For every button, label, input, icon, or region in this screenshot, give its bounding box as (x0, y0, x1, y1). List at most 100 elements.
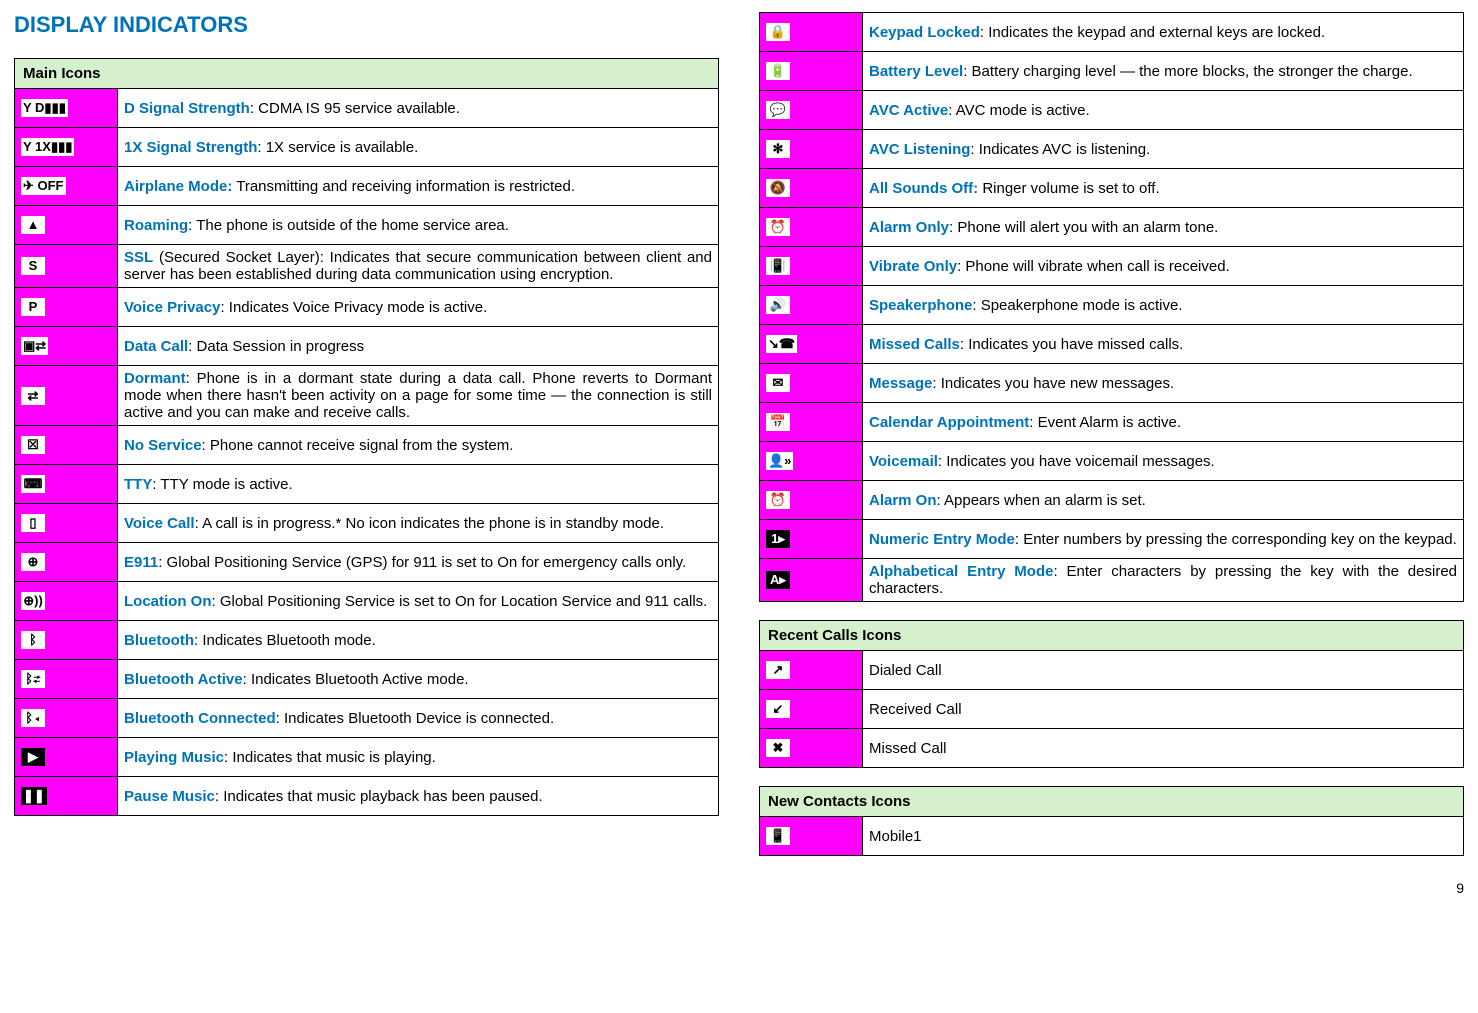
description-cell: Alphabetical Entry Mode: Enter character… (863, 559, 1464, 602)
indicator-icon: 🔕 (766, 179, 790, 197)
icon-cell: 📱 (760, 817, 863, 856)
term-label: Calendar Appointment (869, 414, 1029, 431)
icon-cell: ᛒ⇄ (15, 660, 118, 699)
description-cell: AVC Active: AVC mode is active. (863, 91, 1464, 130)
icon-cell: ☒ (15, 426, 118, 465)
indicator-icon: ☒ (21, 436, 45, 454)
term-label: Missed Calls (869, 336, 960, 353)
indicator-icon: ▣⇄ (21, 337, 48, 355)
term-label: Speakerphone (869, 297, 972, 314)
description-cell: Voice Call: A call is in progress.* No i… (118, 504, 719, 543)
description-cell: Airplane Mode: Transmitting and receivin… (118, 167, 719, 206)
indicator-icon: ↙ (766, 700, 790, 718)
indicator-icon: ✈ OFF (21, 177, 66, 195)
term-label: Alarm On (869, 492, 937, 509)
term-label: Alphabetical Entry Mode (869, 563, 1053, 580)
term-label: Battery Level (869, 63, 963, 80)
icon-cell: ⊕ (15, 543, 118, 582)
icon-cell: ↘☎ (760, 325, 863, 364)
icon-cell: 🔕 (760, 169, 863, 208)
term-label: Pause Music (124, 788, 215, 805)
term-label: SSL (124, 249, 153, 266)
indicator-icon: ✉ (766, 374, 790, 392)
term-label: 1X Signal Strength (124, 139, 257, 156)
new-contacts-header: New Contacts Icons (760, 787, 1464, 817)
icon-cell: ▣⇄ (15, 327, 118, 366)
icon-cell: ✈ OFF (15, 167, 118, 206)
description-cell: Dormant: Phone is in a dormant state dur… (118, 366, 719, 426)
term-label: Voice Call (124, 515, 195, 532)
term-label: No Service (124, 437, 202, 454)
description-cell: Calendar Appointment: Event Alarm is act… (863, 403, 1464, 442)
term-label: Voice Privacy (124, 299, 220, 316)
left-column: DISPLAY INDICATORS Main Icons Y D▮▮▮ D Si… (14, 12, 719, 874)
indicator-icon: 🔋 (766, 62, 790, 80)
indicator-icon: ⊕ (21, 553, 45, 571)
recent-calls-header: Recent Calls Icons (760, 621, 1464, 651)
term-label: Message (869, 375, 932, 392)
description-cell: Battery Level: Battery charging level — … (863, 52, 1464, 91)
description-cell: Playing Music: Indicates that music is p… (118, 738, 719, 777)
icon-cell: ↗ (760, 651, 863, 690)
term-label: AVC Listening (869, 141, 970, 158)
term-label: Dormant (124, 370, 186, 387)
page-number: 9 (14, 874, 1464, 896)
icon-cell: ↙ (760, 690, 863, 729)
term-label: Numeric Entry Mode (869, 531, 1015, 548)
indicator-icon: ↘☎ (766, 335, 797, 353)
new-contacts-table: New Contacts Icons 📱Mobile1 (759, 786, 1464, 856)
description-cell: Location On: Global Positioning Service … (118, 582, 719, 621)
description-cell: Mobile1 (863, 817, 1464, 856)
indicator-icon: Y D▮▮▮ (21, 99, 68, 117)
icon-cell: 📅 (760, 403, 863, 442)
main-icons-header: Main Icons (15, 59, 719, 89)
icon-cell: ▯ (15, 504, 118, 543)
indicator-icon: P (21, 298, 45, 316)
description-cell: Bluetooth Active: Indicates Bluetooth Ac… (118, 660, 719, 699)
term-label: D Signal Strength (124, 100, 250, 117)
icon-cell: 📳 (760, 247, 863, 286)
description-cell: No Service: Phone cannot receive signal … (118, 426, 719, 465)
icon-cell: ⌨ (15, 465, 118, 504)
description-cell: Voice Privacy: Indicates Voice Privacy m… (118, 288, 719, 327)
term-label: E911 (124, 554, 158, 571)
term-label: Roaming (124, 217, 188, 234)
indicator-icon: ⌨ (21, 475, 45, 493)
indicator-icon: ᛒ (21, 631, 45, 649)
term-label: Voicemail (869, 453, 938, 470)
icon-cell: ✉ (760, 364, 863, 403)
term-label: Data Call (124, 338, 188, 355)
term-label: Bluetooth (124, 632, 194, 649)
indicator-icon: A▸ (766, 571, 790, 589)
description-cell: D Signal Strength: CDMA IS 95 service av… (118, 89, 719, 128)
page-title: DISPLAY INDICATORS (14, 12, 719, 38)
icon-cell: 1▸ (760, 520, 863, 559)
description-cell: Received Call (863, 690, 1464, 729)
icon-cell: ⊕)) (15, 582, 118, 621)
description-cell: Speakerphone: Speakerphone mode is activ… (863, 286, 1464, 325)
term-label: All Sounds Off: (869, 180, 978, 197)
indicator-icon: ✖ (766, 739, 790, 757)
description-cell: Alarm On: Appears when an alarm is set. (863, 481, 1464, 520)
term-label: AVC Active (869, 102, 948, 119)
description-cell: Numeric Entry Mode: Enter numbers by pre… (863, 520, 1464, 559)
indicator-icon: ⊕)) (21, 592, 45, 610)
term-label: TTY (124, 476, 152, 493)
recent-calls-table: Recent Calls Icons ↗Dialed Call↙Received… (759, 620, 1464, 768)
icon-cell: ▶ (15, 738, 118, 777)
indicator-icon: ❚❚ (21, 787, 47, 805)
icon-cell: 🔋 (760, 52, 863, 91)
indicator-icon: ⏰ (766, 218, 790, 236)
indicator-icon: 1▸ (766, 530, 790, 548)
icon-cell: 👤» (760, 442, 863, 481)
indicator-icon: S (21, 257, 45, 275)
description-cell: All Sounds Off: Ringer volume is set to … (863, 169, 1464, 208)
indicator-icon: 📅 (766, 413, 790, 431)
indicator-icon: 🔊 (766, 296, 790, 314)
icon-cell: Y 1X▮▮▮ (15, 128, 118, 167)
term-label: Location On (124, 593, 212, 610)
term-label: Airplane Mode: (124, 178, 232, 195)
description-cell: AVC Listening: Indicates AVC is listenin… (863, 130, 1464, 169)
description-cell: 1X Signal Strength: 1X service is availa… (118, 128, 719, 167)
icon-cell: A▸ (760, 559, 863, 602)
